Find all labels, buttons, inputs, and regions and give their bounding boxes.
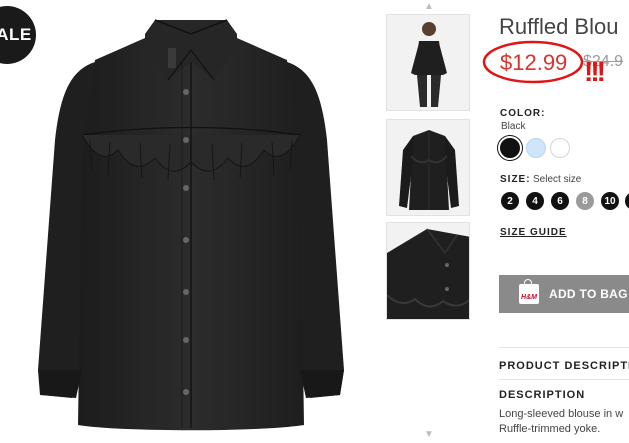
color-swatch-black[interactable]	[500, 138, 520, 158]
thumbnail-detail[interactable]	[386, 222, 470, 320]
description-line-2: Ruffle-trimmed yoke.	[499, 423, 601, 435]
description-heading: DESCRIPTION	[499, 389, 586, 401]
size-option-8[interactable]: 8	[576, 192, 594, 210]
color-label: COLOR:	[500, 108, 546, 119]
color-swatch-light-blue[interactable]	[526, 138, 546, 158]
blouse-front-photo	[387, 120, 469, 215]
thumbnail-down-arrow-icon[interactable]: ▼	[422, 430, 436, 440]
sale-price: $12.99	[500, 50, 568, 75]
size-label: SIZE:	[500, 174, 531, 185]
thumbnail-model[interactable]	[386, 14, 470, 111]
description-line-1: Long-sleeved blouse in w	[499, 408, 624, 420]
size-guide-link[interactable]: SIZE GUIDE	[500, 227, 567, 238]
divider	[499, 379, 629, 380]
blouse-image	[38, 19, 344, 431]
add-to-bag-button[interactable]: H&M ADD TO BAG	[499, 275, 629, 313]
size-option-2[interactable]: 2	[501, 192, 519, 210]
main-product-image[interactable]	[0, 0, 382, 443]
product-title: Ruffled Blou	[499, 14, 619, 39]
shopping-bag-icon: H&M	[519, 279, 539, 304]
size-hint: Select size	[533, 174, 582, 185]
color-swatch-white[interactable]	[550, 138, 570, 158]
size-option-10[interactable]: 10	[601, 192, 619, 210]
add-to-bag-label: ADD TO BAG	[549, 287, 628, 301]
divider	[499, 347, 629, 348]
model-photo	[387, 15, 469, 110]
size-option-12[interactable]: 12	[625, 192, 629, 210]
thumbnail-up-arrow-icon[interactable]: ▲	[422, 2, 436, 12]
size-option-4[interactable]: 4	[526, 192, 544, 210]
thumbnail-front[interactable]	[386, 119, 470, 216]
product-description-heading[interactable]: PRODUCT DESCRIPTIO	[499, 360, 629, 372]
color-value: Black	[501, 121, 526, 132]
blouse-detail-photo	[387, 223, 469, 319]
size-option-6[interactable]: 6	[551, 192, 569, 210]
description-text: Long-sleeved blouse in w Ruffle-trimmed …	[499, 407, 623, 437]
exclamation-annotation: !!!	[584, 56, 606, 87]
